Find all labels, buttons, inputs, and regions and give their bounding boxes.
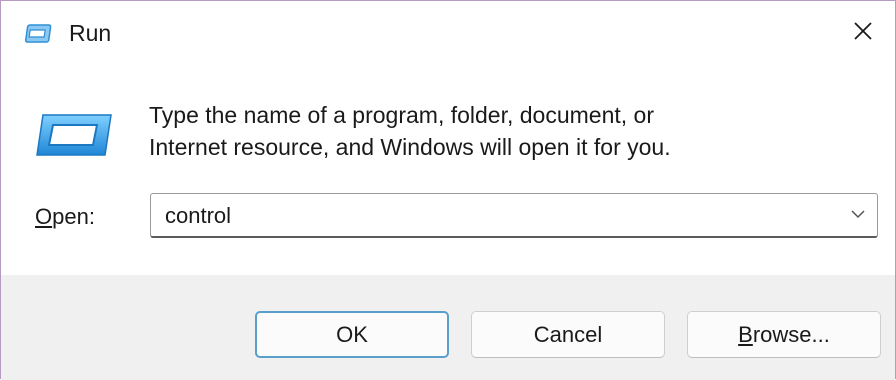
cancel-button[interactable]: Cancel <box>471 311 665 358</box>
browse-button[interactable]: Browse... <box>687 311 881 358</box>
open-label-rest: pen: <box>52 204 95 229</box>
instruction-line-1: Type the name of a program, folder, docu… <box>149 102 655 128</box>
browse-mnemonic: B <box>738 321 753 347</box>
open-label-mnemonic: O <box>35 204 53 229</box>
instruction-line-2: Internet resource, and Windows will open… <box>149 134 671 160</box>
open-combobox[interactable]: control <box>150 193 878 238</box>
run-icon-large <box>35 113 113 157</box>
close-button[interactable] <box>845 17 881 49</box>
open-input[interactable]: control <box>165 202 231 230</box>
dialog-content: Type the name of a program, folder, docu… <box>1 63 895 275</box>
chevron-down-icon[interactable] <box>849 207 867 221</box>
window-title: Run <box>69 20 112 46</box>
ok-button[interactable]: OK <box>255 311 449 358</box>
run-icon <box>24 24 53 44</box>
open-label: Open: <box>35 203 95 231</box>
run-dialog: Run Type the name of a program, folder, … <box>0 0 896 380</box>
close-icon <box>853 21 873 46</box>
title-bar[interactable]: Run <box>1 1 895 63</box>
instruction-text: Type the name of a program, folder, docu… <box>149 99 869 163</box>
button-bar: OK Cancel Browse... <box>1 275 895 380</box>
browse-label-rest: rowse... <box>752 321 830 347</box>
